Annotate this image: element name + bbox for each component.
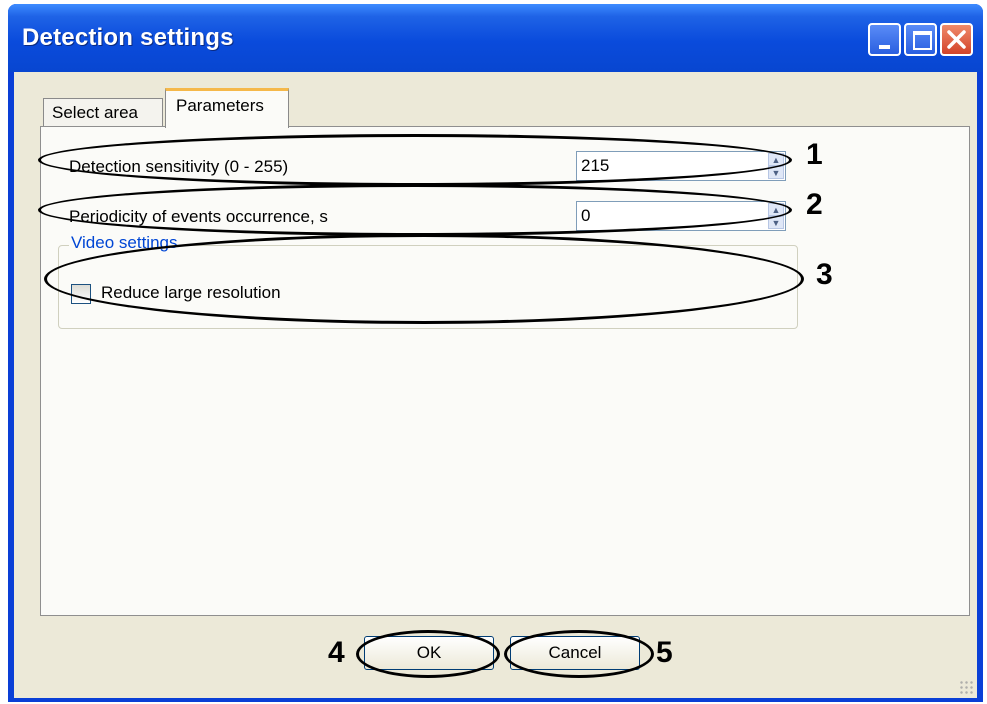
sensitivity-value[interactable]: 215 (581, 156, 609, 176)
video-settings-group: Video settings Reduce large resolution (58, 233, 798, 329)
callout-number-5: 5 (656, 636, 673, 669)
tab-label: Select area (52, 103, 138, 122)
close-icon[interactable] (940, 23, 973, 56)
callout-number-1: 1 (806, 138, 823, 171)
reduce-resolution-label[interactable]: Reduce large resolution (101, 283, 281, 303)
callout-number-3: 3 (816, 258, 833, 291)
maximize-icon[interactable] (904, 23, 937, 56)
tab-parameters[interactable]: Parameters (165, 88, 289, 128)
sensitivity-label: Detection sensitivity (0 - 255) (69, 157, 289, 176)
cancel-button[interactable]: Cancel (510, 636, 640, 670)
periodicity-spinner[interactable]: 0 ▲ ▼ (576, 201, 786, 231)
spinner-buttons[interactable]: ▲ ▼ (768, 153, 784, 179)
spinner-buttons[interactable]: ▲ ▼ (768, 203, 784, 229)
resize-grip-icon[interactable] (959, 680, 973, 694)
spin-down-icon[interactable]: ▼ (768, 166, 784, 179)
window-title: Detection settings (22, 24, 234, 51)
minimize-icon[interactable] (868, 23, 901, 56)
sensitivity-spinner[interactable]: 215 ▲ ▼ (576, 151, 786, 181)
periodicity-label: Periodicity of events occurrence, s (69, 207, 328, 226)
spin-up-icon[interactable]: ▲ (768, 153, 784, 166)
ok-button[interactable]: OK (364, 636, 494, 670)
tab-label: Parameters (176, 96, 264, 115)
callout-number-4: 4 (328, 636, 345, 669)
tab-select-area[interactable]: Select area (43, 98, 163, 126)
dialog-window: Detection settings Select area Parameter… (8, 4, 983, 702)
spin-down-icon[interactable]: ▼ (768, 216, 784, 229)
spin-up-icon[interactable]: ▲ (768, 203, 784, 216)
periodicity-value[interactable]: 0 (581, 206, 590, 226)
parameters-panel: Detection sensitivity (0 - 255) 215 ▲ ▼ … (40, 126, 970, 616)
callout-number-2: 2 (806, 188, 823, 221)
dialog-client-area: Select area Parameters Detection sensiti… (14, 72, 977, 698)
title-bar[interactable]: Detection settings (8, 4, 983, 72)
video-settings-legend: Video settings (69, 233, 180, 253)
reduce-resolution-checkbox[interactable] (71, 284, 91, 304)
